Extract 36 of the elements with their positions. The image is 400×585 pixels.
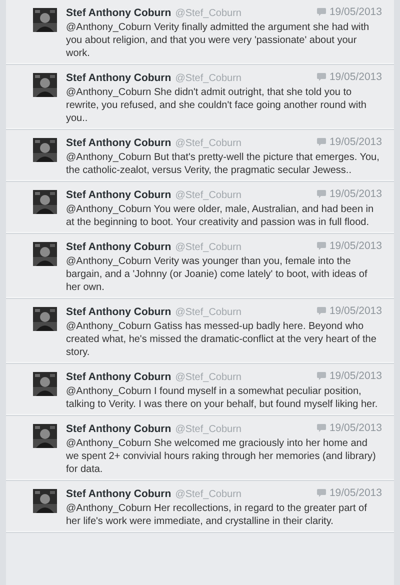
tweet-date: 19/05/2013 [329, 240, 382, 252]
tweet-date: 19/05/2013 [329, 422, 382, 434]
author-name[interactable]: Stef Anthony Coburn [66, 240, 172, 254]
author-name[interactable]: Stef Anthony Coburn [66, 71, 172, 85]
tweet-date: 19/05/2013 [329, 370, 382, 382]
speech-bubble-icon [317, 372, 326, 380]
tweet-date: 19/05/2013 [329, 305, 382, 317]
tweet-date: 19/05/2013 [329, 136, 382, 148]
speech-bubble-icon [317, 489, 326, 497]
tweet-date: 19/05/2013 [329, 6, 382, 18]
speech-bubble-icon [317, 138, 326, 146]
speech-bubble-icon [317, 73, 326, 81]
speech-bubble-icon [317, 190, 326, 198]
author-name[interactable]: Stef Anthony Coburn [66, 188, 172, 202]
author-name[interactable]: Stef Anthony Coburn [66, 136, 172, 150]
tweet-text: @Anthony_Coburn She didn't admit outright, that she told you to rewrite, you refused, and she couldn't face going another round with you.. [66, 86, 368, 125]
speech-bubble-icon [317, 242, 326, 250]
tweet-text: @Anthony_Coburn Gatiss has messed-up badly here. Beyond who created what, he's missed the dramatic-conflict at the very heart of the story. [66, 320, 378, 359]
tweet-date: 19/05/2013 [329, 71, 382, 83]
tweet-text: @Anthony_Coburn But that's pretty-well the picture that emerges. You, the catholic-zealot, versus Verity, the pragmatic secular Jewess.. [66, 151, 380, 177]
tweet-date: 19/05/2013 [329, 487, 382, 499]
speech-bubble-icon [317, 307, 326, 315]
author-name[interactable]: Stef Anthony Coburn [66, 6, 172, 20]
speech-bubble-icon [317, 8, 326, 16]
tweet-text: @Anthony_Coburn Verity was younger than you, female into the bargain, and a 'Johnny (or Joanie) come lately' to boot, with ideas of her own. [66, 255, 368, 294]
author-name[interactable]: Stef Anthony Coburn [66, 422, 172, 436]
tweet-text: @Anthony_Coburn Her recollections, in regard to the greater part of her life's work were immediate, and crystalline in their clarity. [66, 502, 368, 528]
author-name[interactable]: Stef Anthony Coburn [66, 305, 172, 319]
author-name[interactable]: Stef Anthony Coburn [66, 370, 172, 384]
tweet-text: @Anthony_Coburn You were older, male, Australian, and had been in at the beginning to boot. Your creativity and passion was in full flood. [66, 203, 375, 229]
tweet-text: @Anthony_Coburn I found myself in a somewhat peculiar position, talking to Verity. I was there on your behalf, but found myself liking her. [66, 385, 379, 411]
speech-bubble-icon [317, 424, 326, 432]
tweet-date: 19/05/2013 [329, 188, 382, 200]
tweet-text: @Anthony_Coburn She welcomed me graciously into her home and we spent 2+ convivial hours raking through her memories (and library) for data. [66, 437, 377, 476]
author-name[interactable]: Stef Anthony Coburn [66, 487, 172, 501]
tweet-text: @Anthony_Coburn Verity finally admitted the argument she had with you about religion, and that you were very 'passionate' about your work. [66, 21, 370, 60]
